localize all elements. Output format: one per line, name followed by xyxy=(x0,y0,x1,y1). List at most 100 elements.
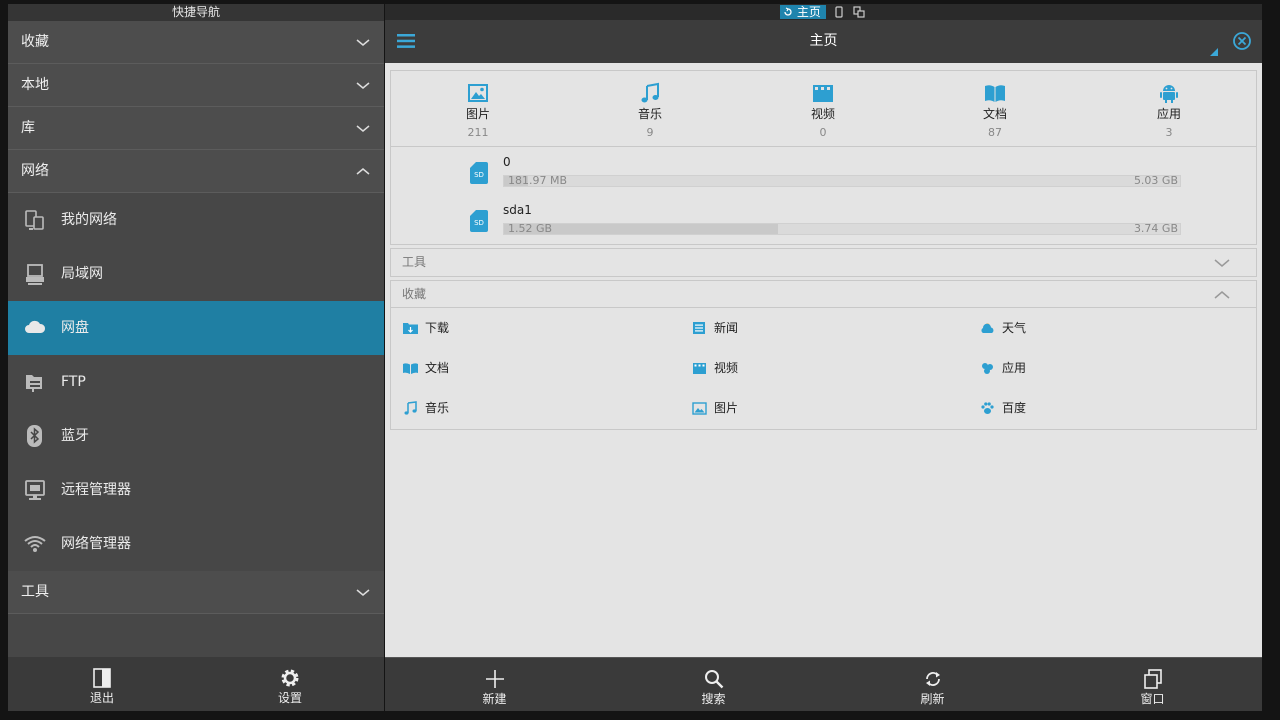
favorite-label: 图片 xyxy=(714,401,739,415)
sidebar-section-label: 库 xyxy=(21,120,35,136)
tab-home[interactable]: 主页 xyxy=(780,5,826,19)
category-label: 音乐 xyxy=(637,107,662,121)
category-images[interactable]: 图片 211 xyxy=(418,71,538,146)
storage-item[interactable]: SD sda1 1.52 GB 3.74 GB xyxy=(391,196,1258,244)
svg-text:SD: SD xyxy=(474,171,484,179)
phone-icon[interactable] xyxy=(833,6,845,18)
sidebar-item-label: 局域网 xyxy=(61,266,103,282)
chevron-down-icon xyxy=(1214,259,1230,267)
chevron-down-icon xyxy=(356,82,370,89)
sidebar-item-label: 我的网络 xyxy=(61,212,117,228)
chevron-up-icon xyxy=(1214,291,1230,299)
document-icon xyxy=(403,363,418,374)
storage-usage-bar: 1.52 GB 3.74 GB xyxy=(503,223,1181,235)
exit-icon xyxy=(93,668,111,688)
exit-label: 退出 xyxy=(89,691,114,705)
plus-icon xyxy=(485,670,504,688)
tools-section[interactable]: 工具 xyxy=(390,248,1257,277)
favorite-music[interactable]: 音乐 xyxy=(403,398,449,418)
bluetooth-icon xyxy=(27,425,42,447)
sidebar-section-favorites[interactable]: 收藏 xyxy=(8,21,384,64)
music-icon xyxy=(404,401,417,415)
exit-button[interactable]: 退出 xyxy=(8,657,196,711)
favorite-images[interactable]: 图片 xyxy=(692,398,738,418)
wifi-icon xyxy=(24,536,46,552)
refresh-label: 刷新 xyxy=(920,692,945,706)
sidebar-item-ftp[interactable]: FTP xyxy=(8,355,384,409)
category-apps[interactable]: 应用 3 xyxy=(1109,71,1229,146)
favorite-apps[interactable]: 应用 xyxy=(980,358,1026,378)
favorite-label: 文档 xyxy=(425,361,450,375)
category-count: 9 xyxy=(646,126,654,139)
sidebar-section-label: 本地 xyxy=(21,77,49,93)
lan-icon xyxy=(26,264,44,285)
category-music[interactable]: 音乐 9 xyxy=(590,71,710,146)
sidebar-item-label: FTP xyxy=(61,374,86,390)
refresh-icon xyxy=(925,672,940,686)
android-icon xyxy=(1160,85,1178,103)
favorites-section-header[interactable]: 收藏 xyxy=(391,281,1256,308)
sidebar-section-tools[interactable]: 工具 xyxy=(8,571,384,614)
sidebar-title: 快捷导航 xyxy=(8,4,384,21)
image-icon xyxy=(468,84,488,102)
app-window: 快捷导航 收藏 本地 库 网络 我的网络 局域网 网盘 FTP 蓝牙 远程管理器… xyxy=(0,0,1280,720)
svg-text:SD: SD xyxy=(474,219,484,227)
sidebar-item-bluetooth[interactable]: 蓝牙 xyxy=(8,409,384,463)
multi-window-icon[interactable] xyxy=(853,6,865,18)
sidebar-item-network-manager[interactable]: 网络管理器 xyxy=(8,517,384,571)
divider xyxy=(391,146,1256,147)
settings-button[interactable]: 设置 xyxy=(196,657,384,711)
main-panel: 主页 主页 图片 211 音乐 9 视频 0 文档 87 应用 3 SD 0 1… xyxy=(385,4,1262,711)
sidebar-item-remote-manager[interactable]: 远程管理器 xyxy=(8,463,384,517)
new-label: 新建 xyxy=(482,692,507,706)
category-videos[interactable]: 视频 0 xyxy=(763,71,883,146)
ftp-icon xyxy=(26,375,42,392)
sd-card-icon: SD xyxy=(470,162,488,184)
category-label: 文档 xyxy=(982,107,1007,121)
category-documents[interactable]: 文档 87 xyxy=(935,71,1055,146)
sidebar-section-local[interactable]: 本地 xyxy=(8,64,384,107)
sidebar-item-cloud-drive[interactable]: 网盘 xyxy=(8,301,384,355)
library-card: 图片 211 音乐 9 视频 0 文档 87 应用 3 SD 0 181.97 … xyxy=(390,70,1257,245)
category-count: 0 xyxy=(819,126,827,139)
storage-total: 3.74 GB xyxy=(1133,222,1178,235)
favorite-label: 天气 xyxy=(1002,321,1027,335)
tools-section-header[interactable]: 工具 xyxy=(391,249,1256,276)
storage-item[interactable]: SD 0 181.97 MB 5.03 GB xyxy=(391,148,1258,196)
storage-name: 0 xyxy=(503,155,511,169)
sidebar-item-lan[interactable]: 局域网 xyxy=(8,247,384,301)
chevron-up-icon xyxy=(356,168,370,175)
favorite-label: 视频 xyxy=(714,361,739,375)
new-button[interactable]: 新建 xyxy=(385,658,604,712)
chevron-down-icon xyxy=(356,125,370,132)
favorite-label: 应用 xyxy=(1002,361,1027,375)
sidebar-section-network[interactable]: 网络 xyxy=(8,150,384,193)
search-button[interactable]: 搜索 xyxy=(604,658,823,712)
video-icon xyxy=(813,85,833,102)
sidebar-item-my-network[interactable]: 我的网络 xyxy=(8,193,384,247)
refresh-button[interactable]: 刷新 xyxy=(823,658,1042,712)
category-label: 视频 xyxy=(810,107,835,121)
favorite-news[interactable]: 新闻 xyxy=(692,318,738,338)
favorite-weather[interactable]: 天气 xyxy=(980,318,1026,338)
image-icon xyxy=(692,402,707,415)
sidebar-section-library[interactable]: 库 xyxy=(8,107,384,150)
favorite-baidu[interactable]: 百度 xyxy=(980,398,1026,418)
sidebar-item-label: 远程管理器 xyxy=(61,482,131,498)
favorite-documents[interactable]: 文档 xyxy=(403,358,449,378)
apps-icon xyxy=(982,363,993,374)
corner-indicator-icon xyxy=(1210,48,1218,56)
favorite-label: 下载 xyxy=(425,321,450,335)
music-icon xyxy=(641,82,659,103)
weather-icon xyxy=(981,323,994,333)
chevron-down-icon xyxy=(356,589,370,596)
close-icon[interactable] xyxy=(1232,31,1252,51)
favorites-section-label: 收藏 xyxy=(402,287,427,301)
page-title: 主页 xyxy=(809,33,838,49)
window-button[interactable]: 窗口 xyxy=(1043,658,1262,712)
favorite-download[interactable]: 下载 xyxy=(403,318,449,338)
my-network-icon xyxy=(25,210,44,230)
favorite-videos[interactable]: 视频 xyxy=(692,358,738,378)
storage-used: 181.97 MB xyxy=(508,174,568,187)
storage-name: sda1 xyxy=(503,203,532,217)
